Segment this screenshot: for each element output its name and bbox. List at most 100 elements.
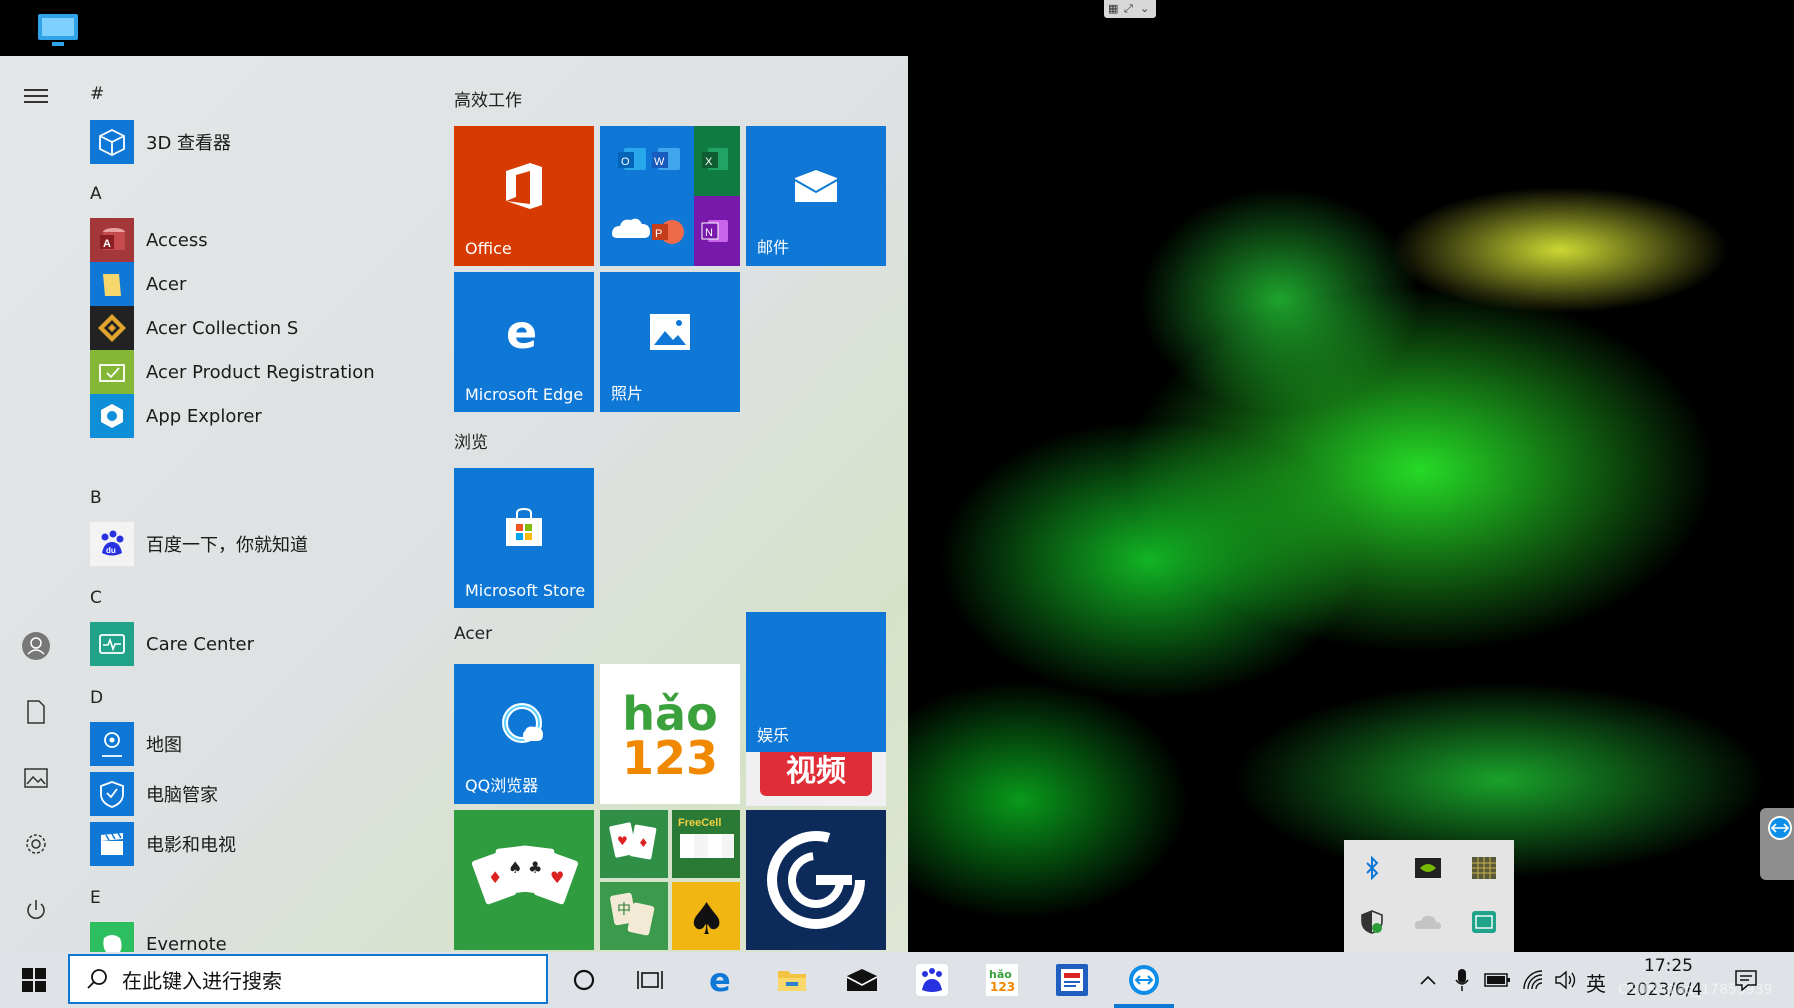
mahjong-icon[interactable]: 中 <box>600 882 668 950</box>
file-explorer-icon[interactable] <box>762 952 822 1008</box>
app-label: 百度一下，你就知道 <box>146 535 308 556</box>
app-label: App Explorer <box>146 405 262 427</box>
baidu-icon[interactable] <box>902 952 962 1008</box>
tile-solitaire[interactable]: ♦ ♠ ♣ ♥ <box>454 810 594 950</box>
defender-shield-icon[interactable] <box>1352 902 1392 942</box>
letter-header[interactable]: A <box>90 184 102 204</box>
taskbar-search-box[interactable]: 在此键入进行搜索 <box>68 954 548 1004</box>
mic-icon[interactable] <box>1446 952 1478 1008</box>
search-icon <box>86 968 108 990</box>
app-movies-tv[interactable]: 电影和电视 <box>90 822 432 866</box>
teamviewer-icon[interactable] <box>1114 952 1174 1008</box>
app-label: 电脑管家 <box>146 785 218 806</box>
tile-g-app[interactable] <box>746 810 886 950</box>
word-icon[interactable]: W <box>646 126 694 196</box>
app-3d-viewer[interactable]: 3D 查看器 <box>90 120 432 164</box>
letter-header[interactable]: B <box>90 488 102 508</box>
bluetooth-icon[interactable] <box>1352 848 1392 888</box>
app-evernote[interactable]: Evernote <box>90 922 432 952</box>
tile-photos[interactable]: 照片 <box>600 272 740 412</box>
app-acer-collection[interactable]: Acer Collection S <box>90 306 432 350</box>
letter-header[interactable]: E <box>90 888 101 908</box>
clock-time[interactable]: 17:25 <box>1644 956 1693 976</box>
search-placeholder: 在此键入进行搜索 <box>122 968 282 993</box>
registration-icon <box>90 350 134 394</box>
group-title-browse[interactable]: 浏览 <box>454 428 488 453</box>
cards-game-icon[interactable]: ♥ ♦ <box>600 810 668 878</box>
tile-qq-browser[interactable]: QQ浏览器 <box>454 664 594 804</box>
pictures-icon[interactable] <box>16 758 56 798</box>
excel-icon[interactable]: X <box>694 126 740 196</box>
wifi-icon[interactable] <box>1516 952 1552 1008</box>
app-maps[interactable]: 地图 <box>90 722 432 766</box>
chevron-down-icon[interactable]: ⌄ <box>1140 0 1149 18</box>
grid-app-icon[interactable] <box>1464 848 1504 888</box>
onedrive-cloud-icon[interactable] <box>1408 902 1448 942</box>
spades-icon[interactable]: ♠ <box>672 882 740 950</box>
task-view-icon[interactable] <box>620 952 680 1008</box>
notification-icon[interactable] <box>1726 952 1766 1008</box>
expand-icon[interactable]: ⤢ <box>1124 0 1133 18</box>
remote-control-bar[interactable]: ▦ ⤢ ⌄ <box>1104 0 1156 18</box>
svg-text:♣: ♣ <box>528 858 542 877</box>
tile-hao123[interactable]: hǎo 123 <box>600 664 740 804</box>
battery-icon[interactable] <box>1480 952 1516 1008</box>
letter-header[interactable]: C <box>90 588 102 608</box>
app-care-center[interactable]: Care Center <box>90 622 432 666</box>
freecell-icon[interactable]: FreeCell <box>672 810 740 878</box>
onenote-icon[interactable]: N <box>694 196 740 266</box>
letter-header[interactable]: # <box>90 84 104 104</box>
svg-text:e: e <box>506 310 537 354</box>
tile-microsoft-store[interactable]: Microsoft Store <box>454 468 594 608</box>
care-center-tray-icon[interactable] <box>1464 902 1504 942</box>
app-label: Acer <box>146 273 187 295</box>
nvidia-icon[interactable] <box>1408 848 1448 888</box>
this-pc-icon[interactable] <box>34 12 82 48</box>
hao123-icon[interactable]: hǎo 123 <box>972 952 1032 1008</box>
app-app-explorer[interactable]: App Explorer <box>90 394 432 438</box>
documents-icon[interactable] <box>16 692 56 732</box>
svg-text:e: e <box>709 965 731 995</box>
edge-icon[interactable]: e <box>692 952 752 1008</box>
photos-icon <box>600 272 740 392</box>
edge-icon: e <box>454 272 594 392</box>
user-avatar-icon[interactable] <box>16 626 56 666</box>
app-access[interactable]: A Access <box>90 218 432 262</box>
video-label: 视频 <box>760 752 872 796</box>
app-label: 地图 <box>146 735 182 756</box>
cortana-icon[interactable] <box>554 952 614 1008</box>
tile-office[interactable]: Office <box>454 126 594 266</box>
teamviewer-side-tab[interactable] <box>1760 808 1794 880</box>
volume-icon[interactable] <box>1548 952 1584 1008</box>
svg-text:中: 中 <box>617 902 631 918</box>
news-icon[interactable] <box>1042 952 1102 1008</box>
ime-indicator[interactable]: 英 <box>1586 968 1606 997</box>
tile-microsoft-edge[interactable]: e Microsoft Edge <box>454 272 594 412</box>
map-pin-icon <box>90 722 134 766</box>
tile-office-apps-folder[interactable]: O W X P N <box>600 126 740 266</box>
app-label: 3D 查看器 <box>146 133 232 154</box>
folder-icon <box>90 262 134 306</box>
tile-label: 邮件 <box>757 238 790 257</box>
power-icon[interactable] <box>16 890 56 930</box>
start-rail <box>0 56 72 952</box>
tile-mail[interactable]: 邮件 <box>746 126 886 266</box>
group-title-productivity[interactable]: 高效工作 <box>454 86 522 111</box>
chevron-up-icon[interactable] <box>1408 952 1448 1008</box>
app-acer-folder[interactable]: Acer <box>90 262 432 306</box>
app-pc-manager[interactable]: 电脑管家 <box>90 772 432 816</box>
tile-games-folder[interactable]: ♥ ♦ FreeCell 中 ♠ <box>600 810 740 950</box>
app-acer-registration[interactable]: Acer Product Registration <box>90 350 432 394</box>
app-baidu[interactable]: du 百度一下，你就知道 <box>90 522 432 566</box>
hamburger-menu-icon[interactable] <box>16 76 56 116</box>
group-title-acer[interactable]: Acer <box>454 624 492 644</box>
svg-text:♦: ♦ <box>488 868 502 887</box>
mail-icon[interactable] <box>832 952 892 1008</box>
settings-gear-icon[interactable] <box>16 824 56 864</box>
windows-start-button[interactable] <box>4 952 64 1008</box>
letter-header[interactable]: D <box>90 688 103 708</box>
grid-icon[interactable]: ▦ <box>1108 0 1118 18</box>
powerpoint-icon[interactable]: P <box>646 196 694 266</box>
tile-label: QQ浏览器 <box>465 776 539 795</box>
tile-entertainment[interactable]: 娱乐 视频 <box>746 612 886 806</box>
